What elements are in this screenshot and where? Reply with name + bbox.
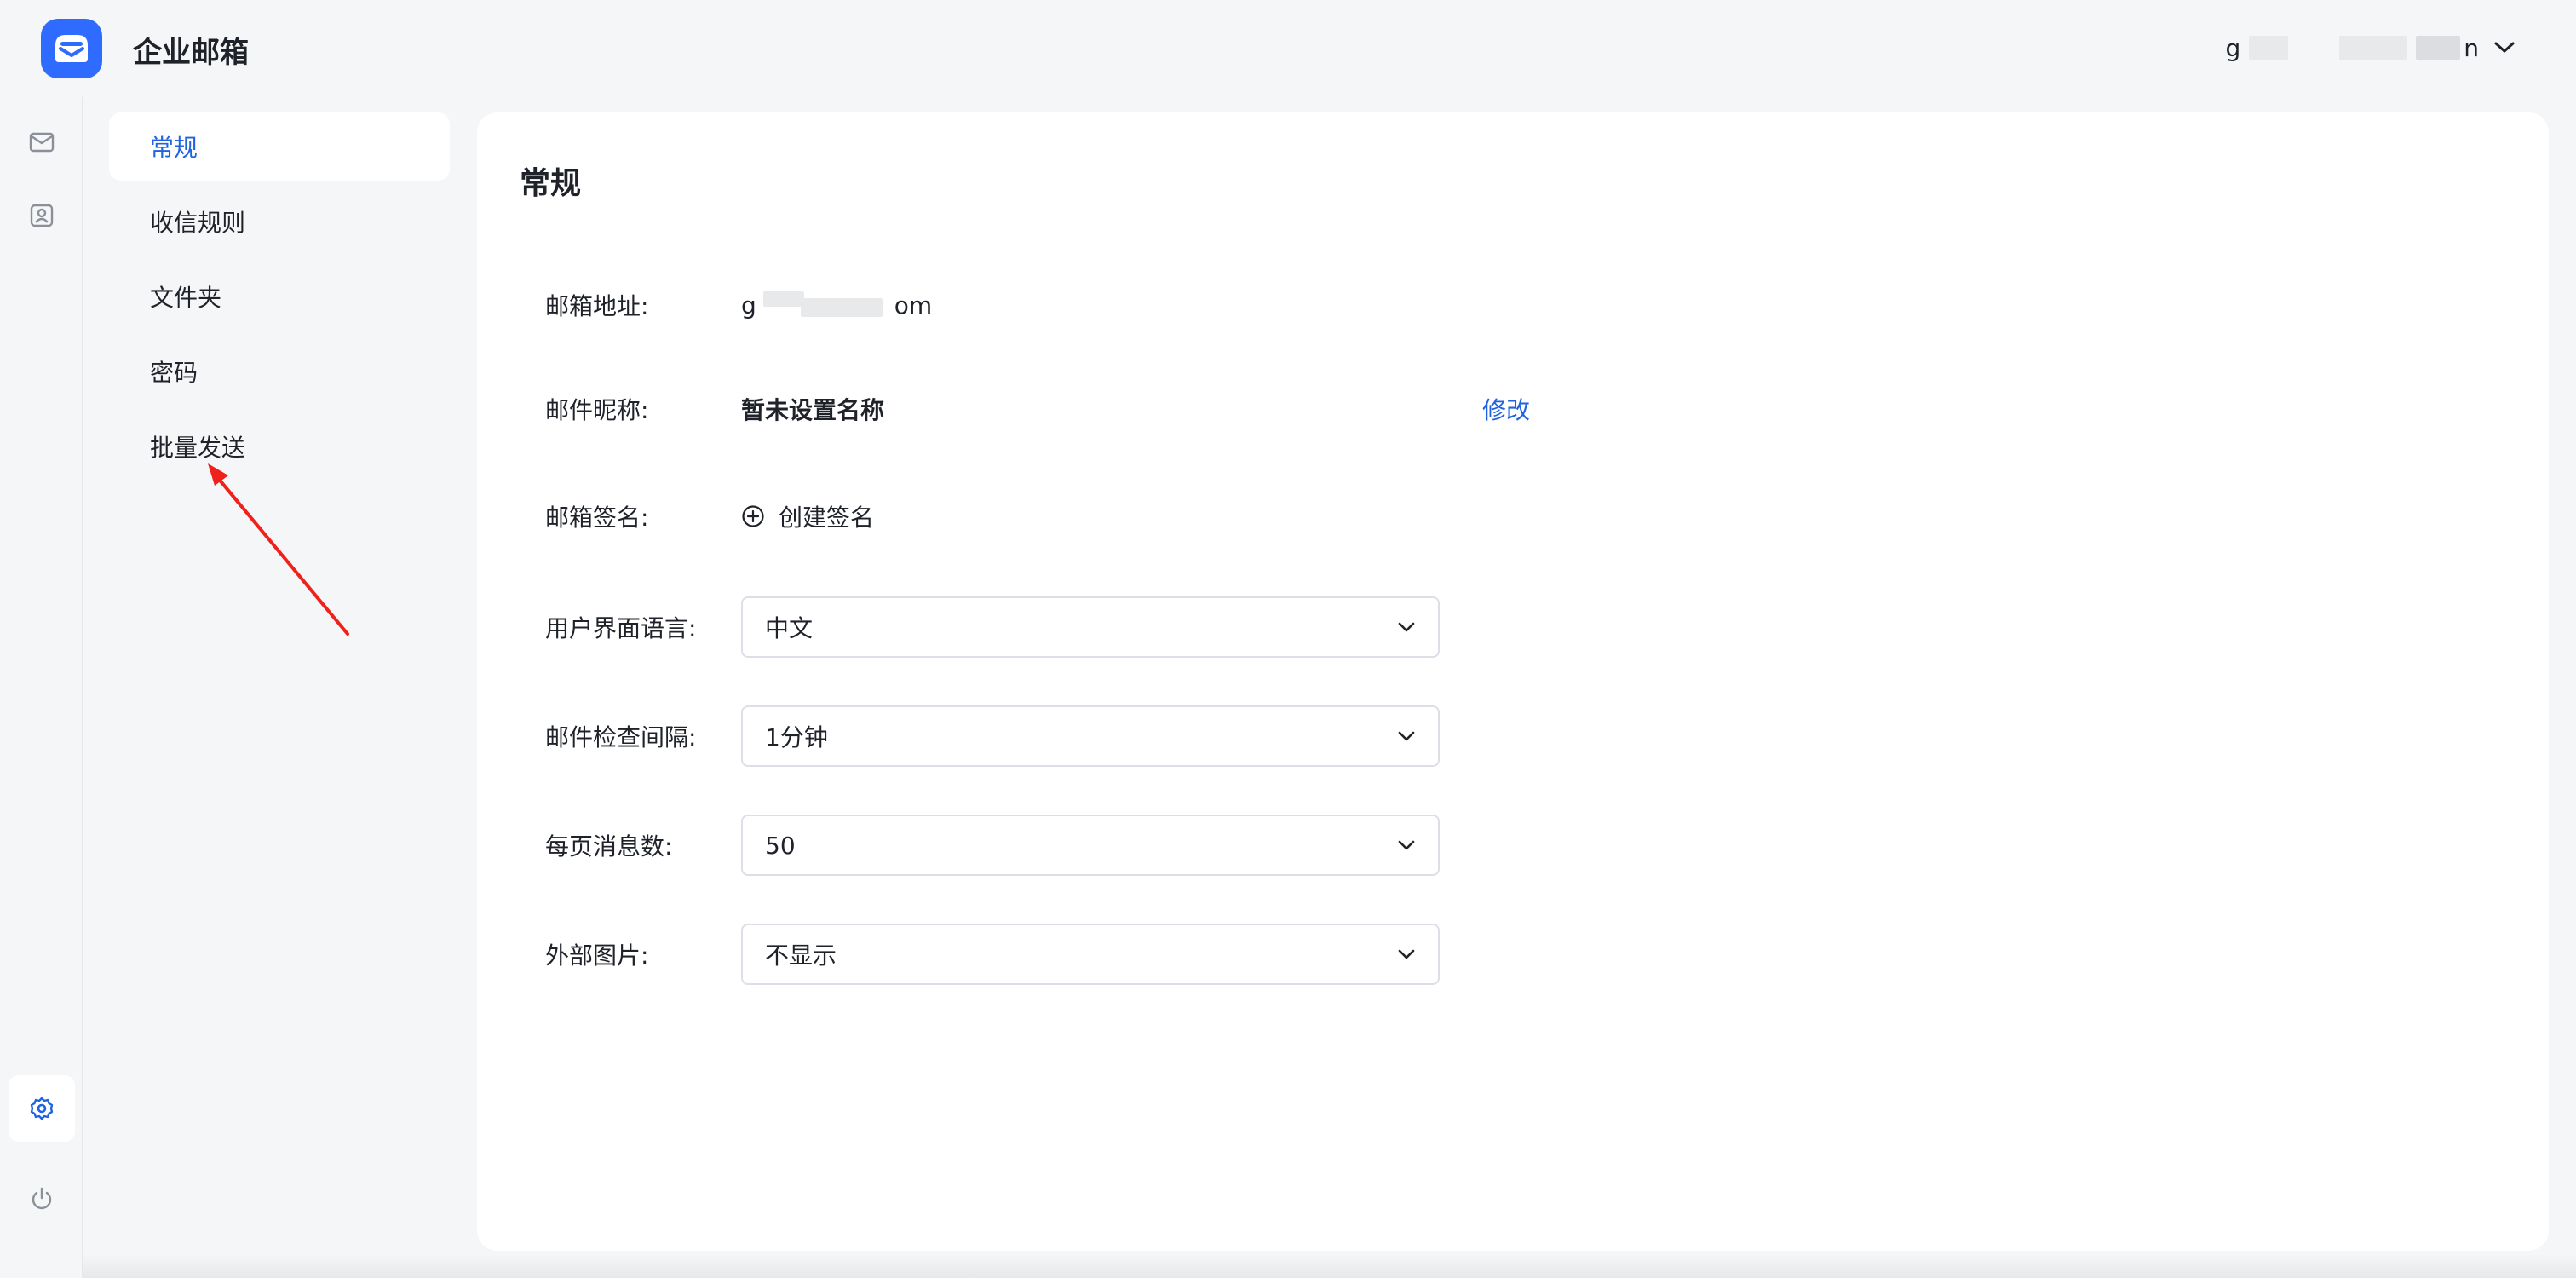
check-interval-select[interactable]: 1分钟 (741, 705, 1440, 767)
email-address-label: 邮箱地址: (545, 292, 649, 320)
external-images-selected-value: 不显示 (765, 941, 837, 970)
redacted-block (2416, 36, 2461, 60)
language-label: 用户界面语言: (545, 614, 697, 642)
redacted-block (2339, 36, 2408, 60)
nav-item-password[interactable]: 密码 (109, 337, 450, 406)
gear-icon (30, 1097, 54, 1120)
plus-circle-icon (742, 505, 764, 527)
chevron-down-icon (1398, 840, 1415, 850)
mailbox-logo-icon (55, 35, 88, 62)
redacted-block (762, 291, 804, 307)
edit-nickname-link[interactable]: 修改 (1482, 392, 1530, 426)
panel-title: 常规 (520, 166, 582, 201)
app-logo (41, 19, 102, 78)
icon-rail (0, 97, 83, 1278)
check-interval-label: 邮件检查间隔: (545, 723, 697, 751)
per-page-row: 每页消息数: 50 (545, 815, 1993, 876)
external-images-select[interactable]: 不显示 (741, 924, 1440, 985)
user-menu[interactable]: g n (2225, 29, 2521, 66)
per-page-select[interactable]: 50 (741, 815, 1440, 876)
nickname-value: 暂未设置名称 (741, 396, 885, 424)
annotation-arrow (208, 463, 349, 636)
user-email-end: n (2464, 33, 2479, 62)
rail-mail-button[interactable] (9, 109, 75, 176)
settings-nav: 常规 收信规则 文件夹 密码 批量发送 (109, 112, 450, 487)
contact-card-icon (30, 204, 54, 227)
per-page-label: 每页消息数: (545, 832, 673, 861)
chevron-down-icon (1398, 622, 1415, 632)
nav-item-general[interactable]: 常规 (109, 112, 450, 181)
nav-item-folders[interactable]: 文件夹 (109, 262, 450, 331)
check-interval-selected-value: 1分钟 (765, 723, 828, 751)
settings-panel: 常规 邮箱地址: g om 邮件昵称: 暂未设置名称 修改 邮箱签名: 创建签名… (477, 112, 2549, 1251)
rail-settings-button[interactable] (9, 1075, 75, 1142)
signature-label: 邮箱签名: (545, 504, 649, 532)
user-email-start: g (2225, 33, 2241, 62)
rail-logout-button[interactable] (9, 1166, 75, 1232)
external-images-row: 外部图片: 不显示 (545, 924, 1993, 985)
create-signature-label: 创建签名 (779, 504, 875, 532)
external-images-label: 外部图片: (545, 941, 649, 970)
app-title: 企业邮箱 (133, 36, 249, 70)
redacted-block (2249, 36, 2289, 60)
nickname-row: 邮件昵称: 暂未设置名称 修改 (545, 378, 1993, 440)
nav-item-rules[interactable]: 收信规则 (109, 187, 450, 256)
power-icon (32, 1187, 52, 1210)
language-selected-value: 中文 (765, 614, 814, 642)
language-row: 用户界面语言: 中文 (545, 596, 1993, 658)
chevron-down-icon[interactable] (2487, 31, 2521, 65)
email-address-row: 邮箱地址: g om (545, 274, 1993, 336)
redacted-block (800, 298, 883, 317)
create-signature-button[interactable]: 创建签名 (741, 499, 874, 533)
app-window: 企业邮箱 g n 常规 收信规则 文件夹 密码 批量发送 常规 邮箱地址: g … (0, 0, 2576, 1278)
bottom-edge (83, 1254, 2576, 1278)
rail-contacts-button[interactable] (9, 182, 75, 249)
email-address-value: g om (741, 291, 932, 320)
language-select[interactable]: 中文 (741, 596, 1440, 658)
top-header: 企业邮箱 g n (0, 0, 2576, 97)
per-page-selected-value: 50 (765, 831, 796, 860)
signature-row: 邮箱签名: 创建签名 (545, 486, 1993, 547)
email-end: om (894, 291, 933, 320)
chevron-down-icon (1398, 949, 1415, 959)
check-interval-row: 邮件检查间隔: 1分钟 (545, 705, 1993, 767)
nickname-label: 邮件昵称: (545, 396, 649, 424)
mail-icon (29, 132, 55, 153)
email-start: g (741, 291, 756, 320)
chevron-down-icon (1398, 731, 1415, 741)
